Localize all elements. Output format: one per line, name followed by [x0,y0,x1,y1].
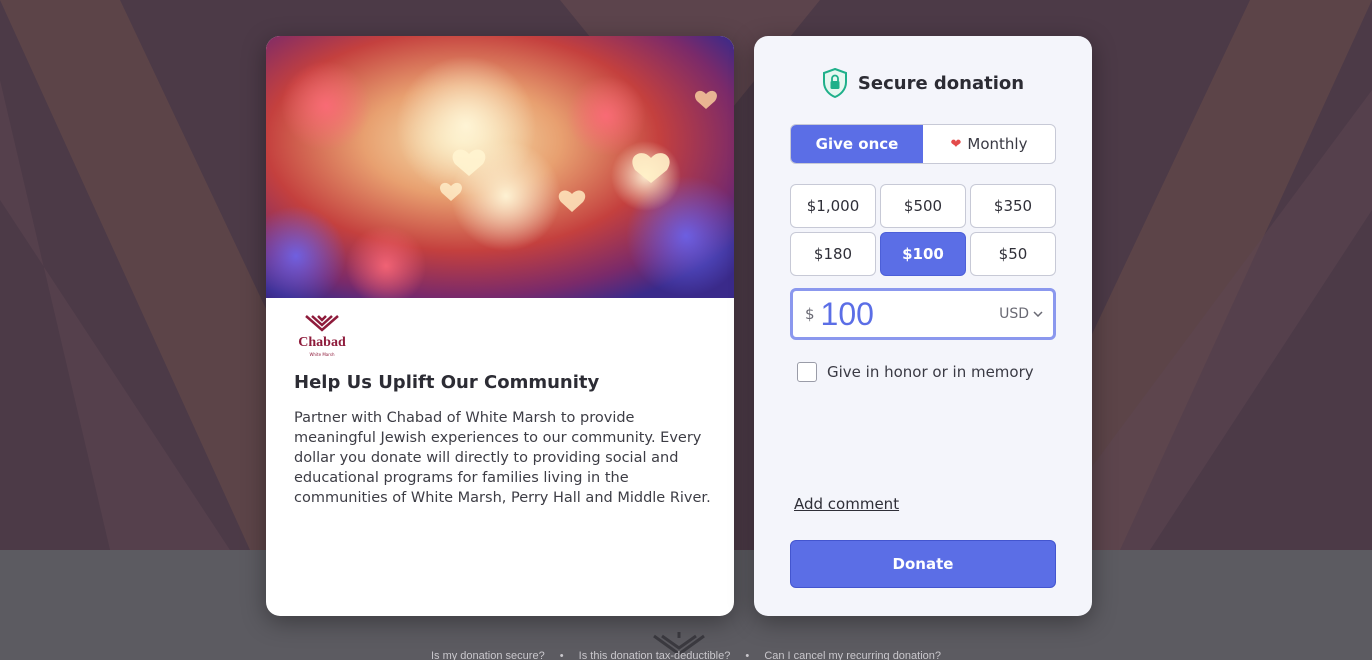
amount-option[interactable]: $500 [880,184,966,228]
monthly-button[interactable]: ❤ Monthly [923,125,1055,163]
secure-donation-title: Secure donation [857,72,1025,94]
footer-link-secure[interactable]: Is my donation secure? [431,650,545,660]
amount-options: $1,000 $500 $350 $180 $100 $50 [790,184,1056,276]
footer-link-tax[interactable]: Is this donation tax-deductible? [579,650,731,660]
currency-select[interactable]: USD [999,306,1043,322]
menorah-logo-icon [305,315,339,332]
currency-code: USD [999,306,1029,322]
campaign-description: Partner with Chabad of White Marsh to pr… [294,410,711,506]
amount-value[interactable]: 100 [821,296,1000,333]
currency-symbol: $ [805,305,815,323]
footer-link-cancel[interactable]: Can I cancel my recurring donation? [764,650,941,660]
footer-links: Is my donation secure? • Is this donatio… [0,650,1372,660]
logo-text: Chabad [298,335,346,350]
chabad-logo: Chabad White Marsh [294,312,350,358]
donate-button[interactable]: Donate [790,540,1056,588]
amount-input[interactable]: $ 100 USD [790,288,1056,340]
heart-icon: ❤ [950,136,962,152]
footer-separator: • [745,650,750,660]
honor-label: Give in honor or in memory [827,363,1034,381]
amount-option[interactable]: $180 [790,232,876,276]
hero-image [266,36,734,298]
frequency-toggle: Give once ❤ Monthly [790,124,1056,164]
amount-option[interactable]: $350 [970,184,1056,228]
secure-donation-header: Secure donation [754,68,1092,98]
campaign-title: Help Us Uplift Our Community [294,372,600,393]
give-once-label: Give once [815,135,899,153]
amount-option[interactable]: $1,000 [790,184,876,228]
donation-form: Secure donation Give once ❤ Monthly $1,0… [754,36,1092,616]
shield-lock-icon [822,68,847,98]
campaign-card: Chabad White Marsh Help Us Uplift Our Co… [266,36,734,616]
logo-subtext: White Marsh [309,352,335,357]
footer-separator: • [559,650,564,660]
amount-option-selected[interactable]: $100 [880,232,966,276]
honor-checkbox[interactable] [797,362,817,382]
amount-option[interactable]: $50 [970,232,1056,276]
honor-option[interactable]: Give in honor or in memory [797,362,1034,382]
monthly-label: Monthly [967,135,1028,153]
give-once-button[interactable]: Give once [791,125,923,163]
chevron-down-icon [1033,311,1043,317]
add-comment-link[interactable]: Add comment [794,495,899,513]
